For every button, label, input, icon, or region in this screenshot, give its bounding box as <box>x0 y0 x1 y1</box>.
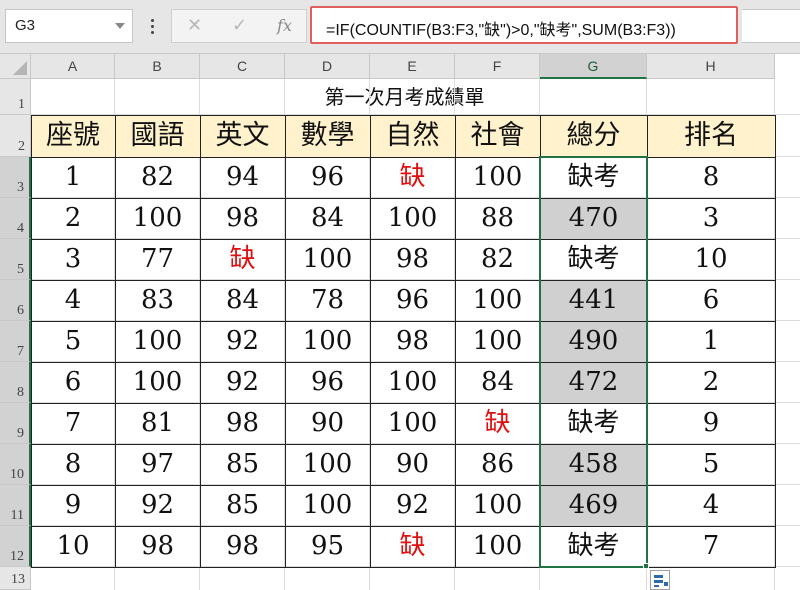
formula-bar-area: G3 ✕ ✓ fx =IF(COUNTIF(B3:F3,"缺")>0,"缺考",… <box>0 0 800 54</box>
row-header-7[interactable]: 7 <box>0 321 31 362</box>
table-border <box>31 526 775 527</box>
column-header-a[interactable]: A <box>31 54 115 79</box>
column-header-e[interactable]: E <box>370 54 455 79</box>
row-header-2[interactable]: 2 <box>0 115 31 157</box>
row-number: 12 <box>10 549 24 564</box>
row-header-8[interactable]: 8 <box>0 362 31 403</box>
worksheet-grid[interactable]: 第一次月考成績單 座號 國語 英文 數學 自然 社會 總分 排名 1 82 94 96 缺 100 缺考 8 2… <box>31 79 800 590</box>
sheet-title: 第一次月考成績單 <box>324 85 485 109</box>
table-border <box>31 157 775 158</box>
row-number: 2 <box>18 139 25 154</box>
formula-buttons: ✕ ✓ fx <box>171 9 307 43</box>
row-number: 11 <box>10 508 24 523</box>
column-header-f[interactable]: F <box>455 54 540 79</box>
row-number: 5 <box>17 262 24 277</box>
name-box-value: G3 <box>15 17 36 34</box>
select-all-corner[interactable] <box>0 54 31 79</box>
enter-icon[interactable]: ✓ <box>217 10 262 42</box>
row-header-4[interactable]: 4 <box>0 198 31 239</box>
table-border <box>31 321 775 322</box>
row-number: 6 <box>17 303 24 318</box>
fill-handle[interactable] <box>643 563 649 569</box>
table-border <box>455 115 456 567</box>
select-all-icon <box>13 61 27 75</box>
row-number: 4 <box>17 221 24 236</box>
more-options-icon[interactable] <box>143 12 163 42</box>
row-header-3[interactable]: 3 <box>0 157 31 198</box>
row-number: 8 <box>17 385 24 400</box>
table-border <box>31 403 775 404</box>
table-border <box>285 115 286 567</box>
row-number: 7 <box>17 344 24 359</box>
row-header-6[interactable]: 6 <box>0 280 31 321</box>
column-header-d[interactable]: D <box>285 54 370 79</box>
auto-fill-options-icon[interactable] <box>650 570 670 590</box>
row-header-10[interactable]: 10 <box>0 444 31 485</box>
row-header-1[interactable]: 1 <box>0 79 31 115</box>
table-border <box>370 115 371 567</box>
table-border <box>31 485 775 486</box>
table-border <box>31 362 775 363</box>
row-header-9[interactable]: 9 <box>0 403 31 444</box>
table-border <box>31 198 775 199</box>
table-border <box>31 444 775 445</box>
row-number: 9 <box>17 426 24 441</box>
column-header-g[interactable]: G <box>540 54 647 79</box>
formula-bar-continuation[interactable] <box>742 9 800 43</box>
selection-range[interactable] <box>539 156 648 568</box>
chevron-down-icon[interactable] <box>115 23 125 29</box>
table-border <box>31 280 775 281</box>
row-header-12[interactable]: 12 <box>0 526 31 567</box>
row-number: 10 <box>10 467 24 482</box>
table-border <box>200 115 201 567</box>
row-number: 13 <box>11 572 25 587</box>
insert-function-icon[interactable]: fx <box>262 10 307 42</box>
row-number: 1 <box>18 97 25 112</box>
row-header-13[interactable]: 13 <box>0 567 31 590</box>
column-header-h[interactable]: H <box>647 54 775 79</box>
row-number: 3 <box>17 180 24 195</box>
cancel-icon[interactable]: ✕ <box>172 10 217 42</box>
column-header-b[interactable]: B <box>115 54 200 79</box>
name-box[interactable]: G3 <box>5 9 133 43</box>
row-header-11[interactable]: 11 <box>0 485 31 526</box>
column-header-c[interactable]: C <box>200 54 285 79</box>
table-border <box>31 239 775 240</box>
table-border <box>31 115 776 568</box>
row-header-5[interactable]: 5 <box>0 239 31 280</box>
formula-input[interactable]: =IF(COUNTIF(B3:F3,"缺")>0,"缺考",SUM(B3:F3)… <box>310 6 738 44</box>
table-border <box>115 115 116 567</box>
